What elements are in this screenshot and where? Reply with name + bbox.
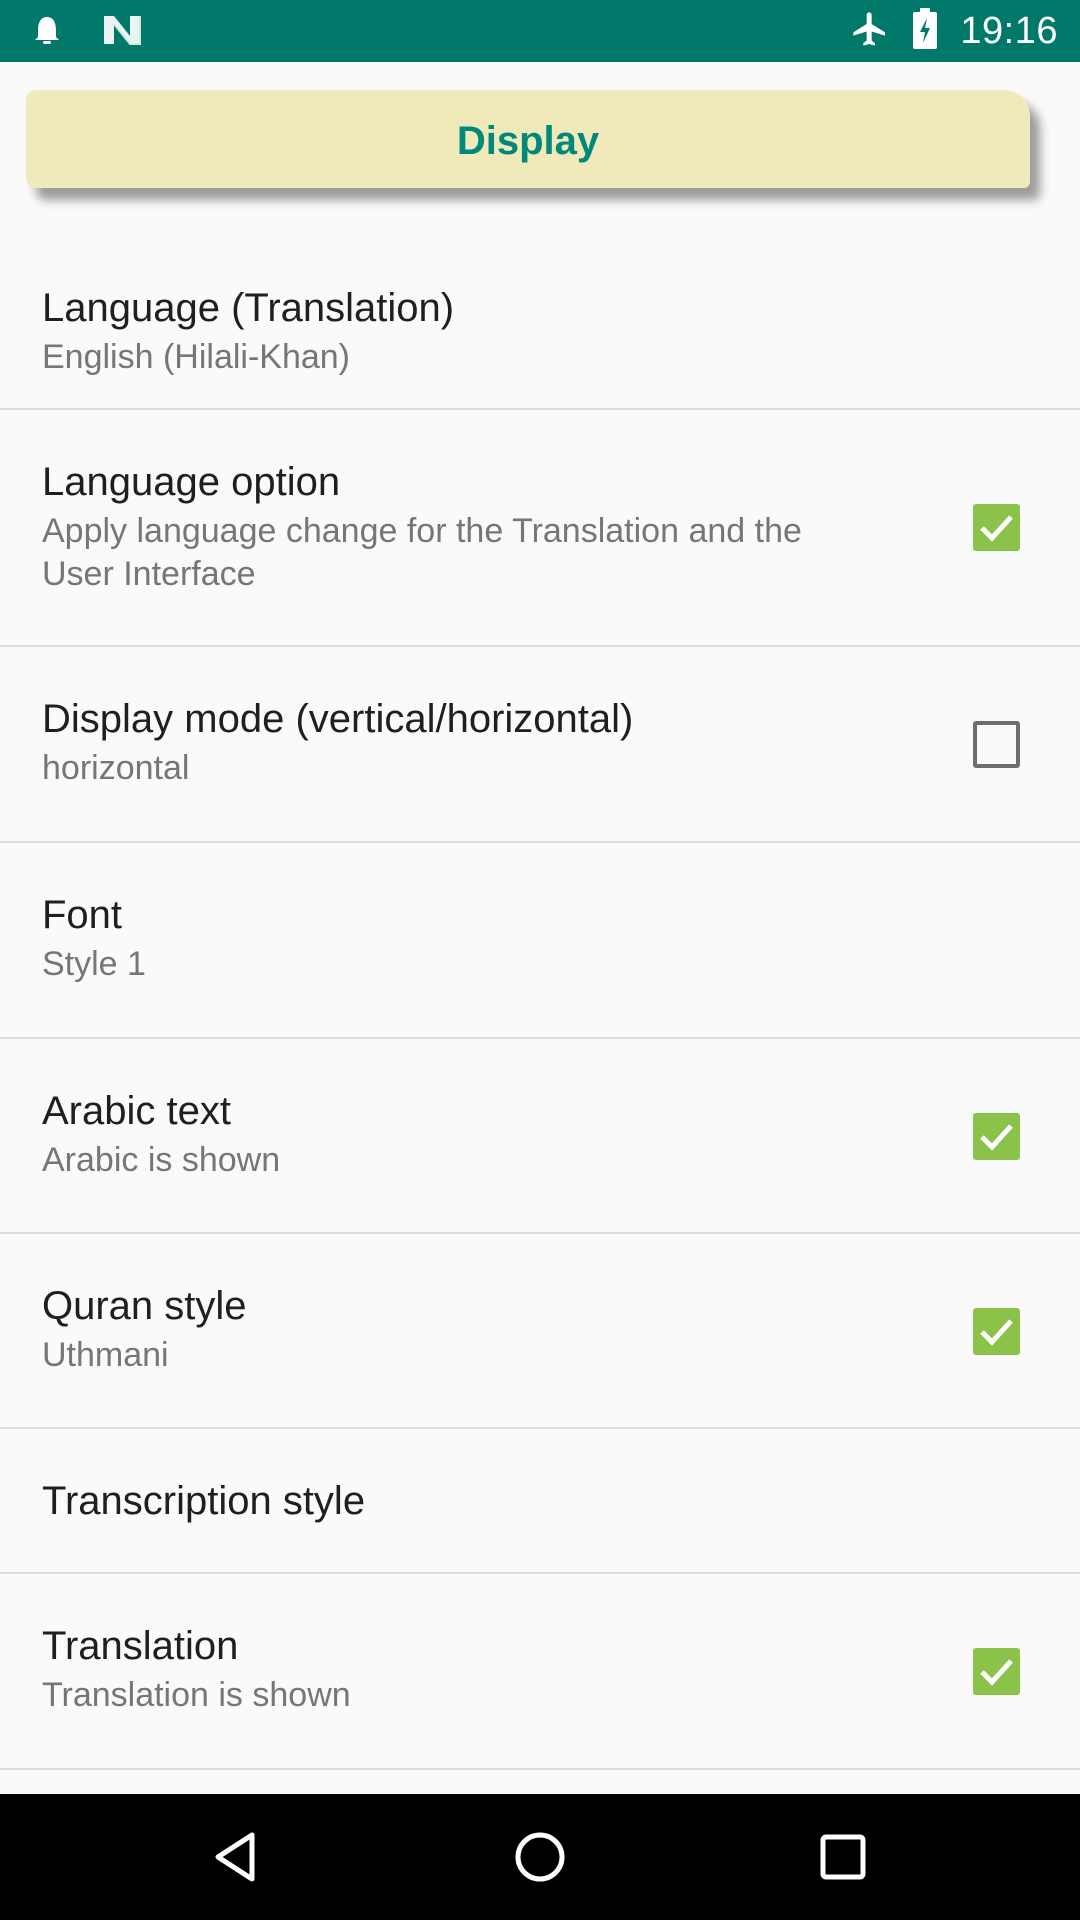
status-right-icons: 19:16 <box>850 6 1058 56</box>
pref-language-translation[interactable]: Language (Translation) English (Hilali-K… <box>0 250 1080 410</box>
pref-title: Arabic text <box>42 1089 231 1133</box>
back-icon <box>215 1832 255 1882</box>
pref-title: Language option <box>42 460 341 504</box>
pref-display-mode[interactable]: Display mode (vertical/horizontal) horiz… <box>0 647 1080 843</box>
pref-text: Display mode (vertical/horizontal) horiz… <box>42 695 882 790</box>
translation-checkbox[interactable] <box>973 1648 1020 1695</box>
recents-icon <box>820 1834 866 1880</box>
pref-quran-style[interactable]: Quran style Uthmani <box>0 1234 1080 1429</box>
pref-text: Language (Translation) English (Hilali-K… <box>42 284 882 379</box>
pref-title: Quran style <box>42 1284 247 1328</box>
n-logo-icon <box>102 14 142 50</box>
pref-text: Font Style 1 <box>42 891 882 986</box>
pref-text: Arabic text Arabic is shown <box>42 1087 882 1182</box>
arabic-text-checkbox[interactable] <box>973 1113 1020 1160</box>
display-mode-checkbox[interactable] <box>973 721 1020 768</box>
pref-title: Font <box>42 893 123 937</box>
quran-style-checkbox[interactable] <box>973 1308 1020 1355</box>
pref-language-option[interactable]: Language option Apply language change fo… <box>0 410 1080 647</box>
battery-charging-icon <box>912 8 938 54</box>
home-button[interactable] <box>503 1820 577 1894</box>
pref-text: Transcription style <box>42 1477 882 1525</box>
checkmark-icon <box>980 1319 1013 1346</box>
pref-summary: Apply language change for the Translatio… <box>42 512 802 593</box>
status-time: 19:16 <box>960 9 1058 52</box>
pref-summary: Uthmani <box>42 1336 169 1374</box>
pref-summary: English (Hilali-Khan) <box>42 338 351 376</box>
recents-button[interactable] <box>806 1820 880 1894</box>
pref-arabic-text[interactable]: Arabic text Arabic is shown <box>0 1039 1080 1234</box>
checkmark-icon <box>980 1659 1013 1686</box>
pref-title: Display mode (vertical/horizontal) <box>42 697 634 741</box>
status-bar: 19:16 <box>0 0 1080 62</box>
pref-title: Language (Translation) <box>42 286 455 330</box>
navigation-bar <box>0 1794 1080 1920</box>
checkmark-icon <box>980 1124 1013 1151</box>
pref-transcription-style[interactable]: Transcription style <box>0 1429 1080 1574</box>
pref-summary: Arabic is shown <box>42 1141 281 1179</box>
pref-summary: Translation is shown <box>42 1676 351 1714</box>
category-header: Display <box>26 90 1030 188</box>
pref-summary: horizontal <box>42 749 190 787</box>
status-left-icons <box>34 14 142 50</box>
category-title: Display <box>456 118 600 163</box>
pref-title: Translation <box>42 1624 239 1668</box>
home-icon <box>515 1832 565 1882</box>
pref-font[interactable]: Font Style 1 <box>0 843 1080 1039</box>
pref-text: Quran style Uthmani <box>42 1282 882 1377</box>
pref-text: Language option Apply language change fo… <box>42 458 882 596</box>
back-button[interactable] <box>199 1820 273 1894</box>
preference-list: Language (Translation) English (Hilali-K… <box>0 250 1080 1770</box>
checkmark-icon <box>980 515 1013 542</box>
pref-translation[interactable]: Translation Translation is shown <box>0 1574 1080 1770</box>
airplane-mode-icon <box>850 9 890 53</box>
pref-text: Translation Translation is shown <box>42 1622 882 1717</box>
language-option-checkbox[interactable] <box>973 504 1020 551</box>
settings-content[interactable]: Display Language (Translation) English (… <box>0 62 1080 1794</box>
notification-bell-icon <box>34 15 60 49</box>
pref-title: Transcription style <box>42 1479 366 1523</box>
pref-summary: Style 1 <box>42 945 146 983</box>
